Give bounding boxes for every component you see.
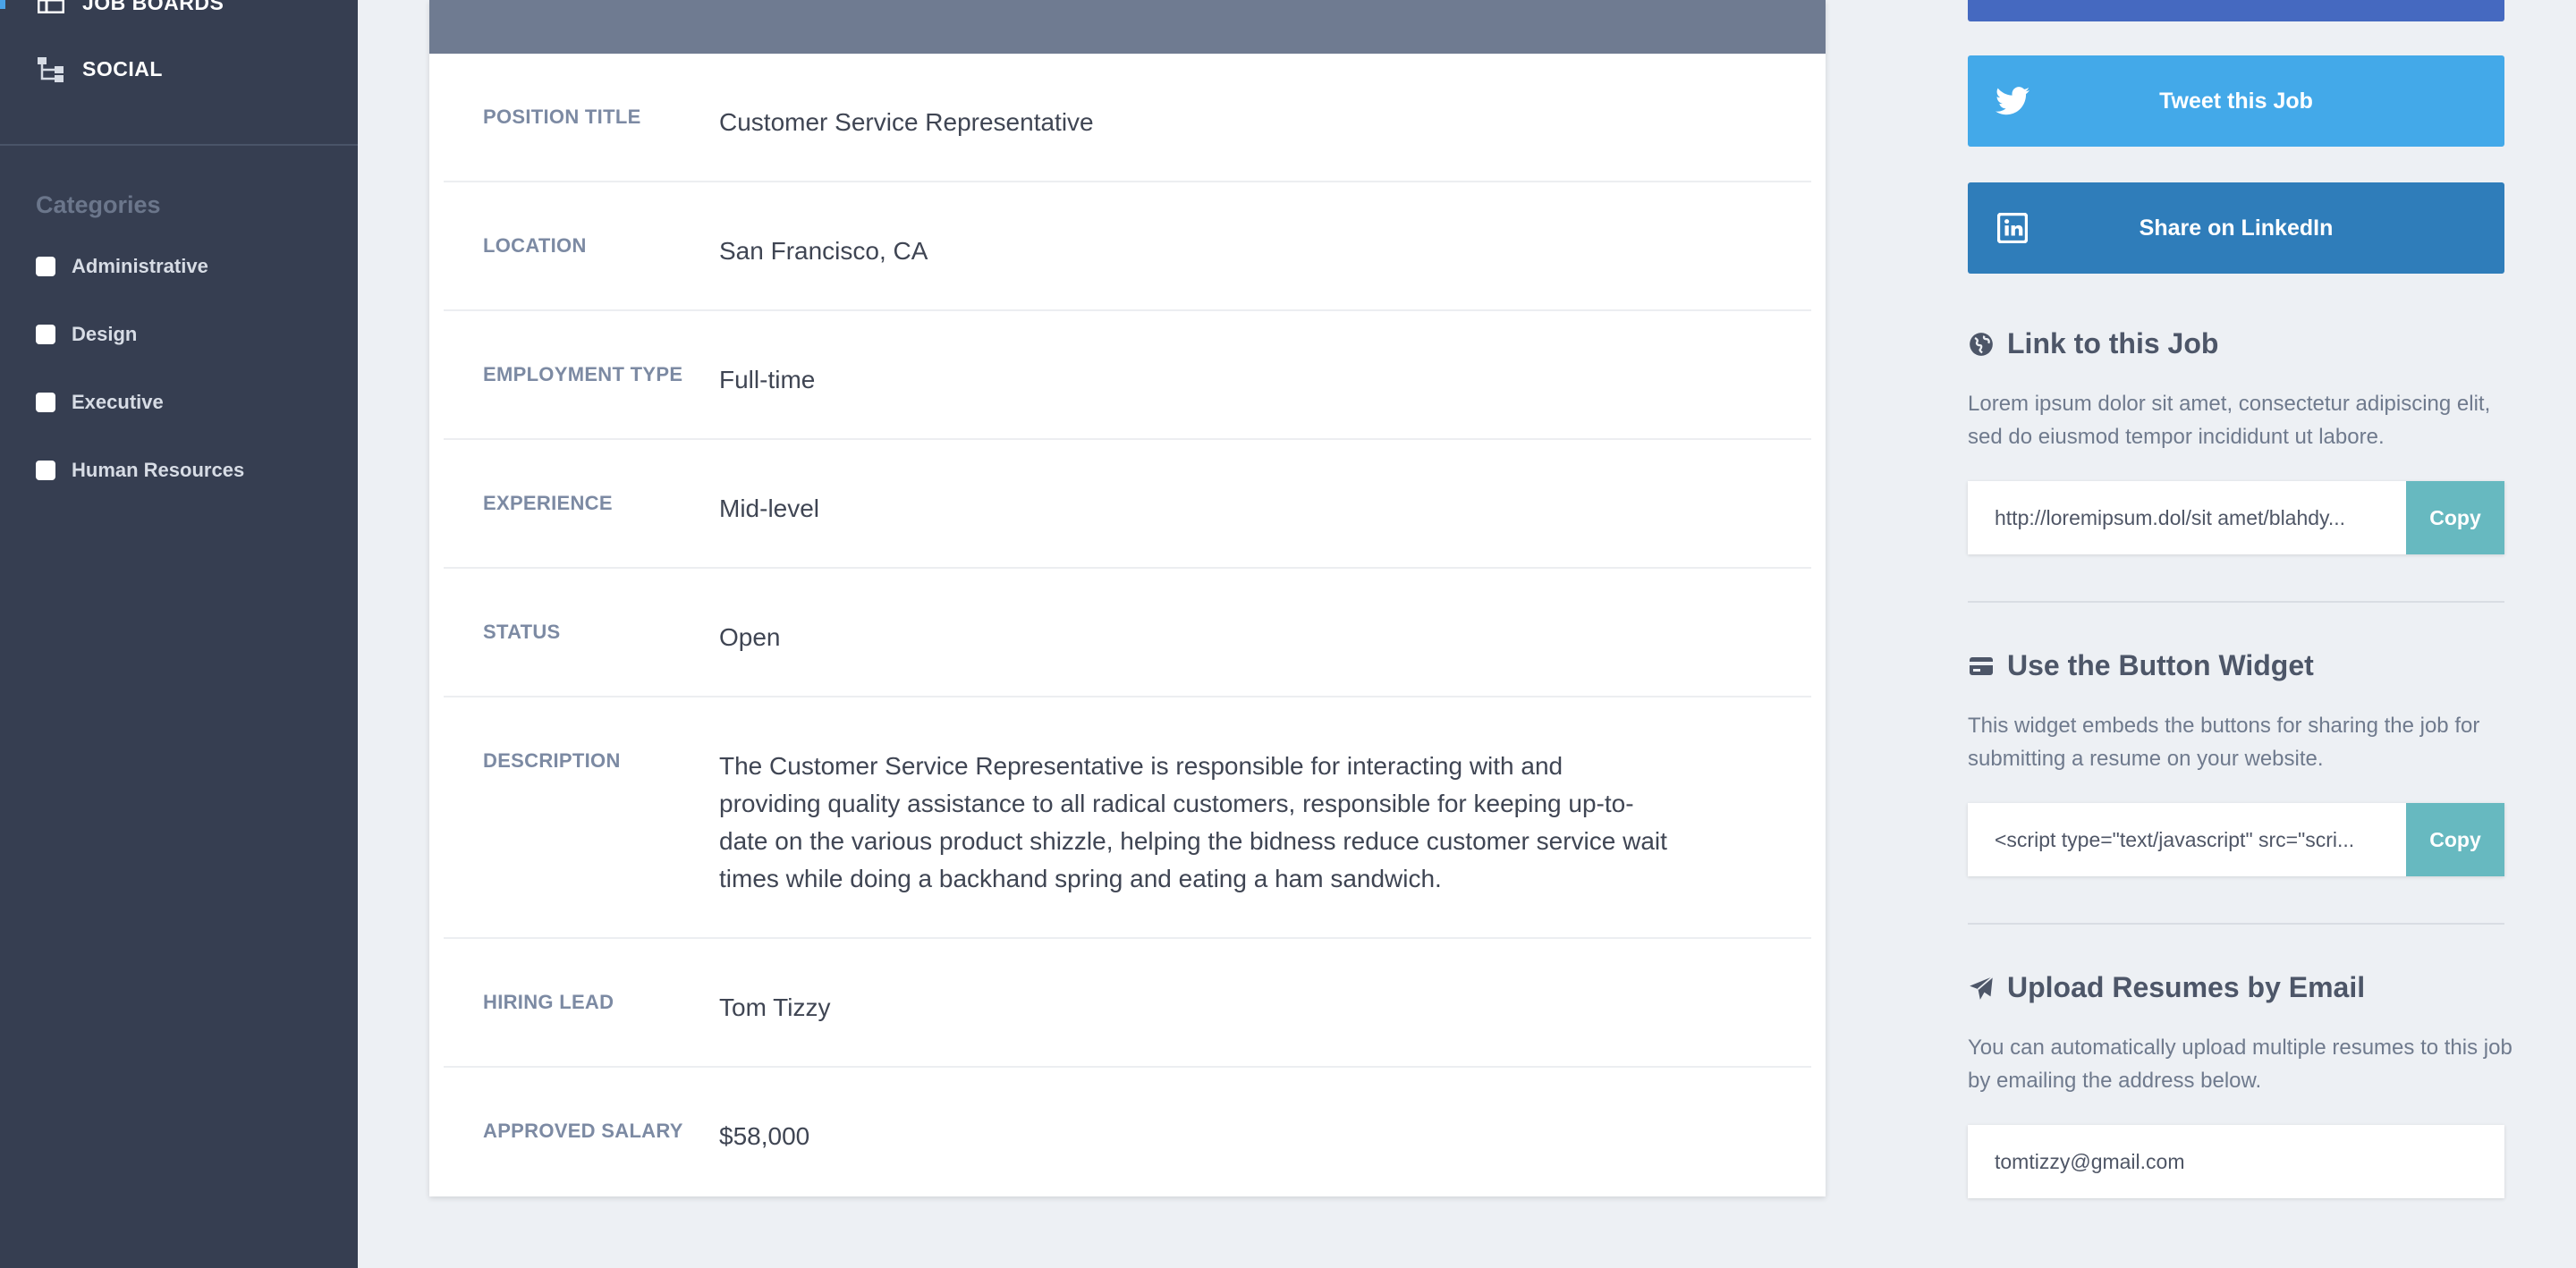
categories-heading: Categories <box>36 191 161 218</box>
credit-card-icon <box>1968 653 1995 680</box>
detail-row-hiring-lead: HIRING LEAD Tom Tizzy <box>444 939 1811 1068</box>
tweet-job-button[interactable]: Tweet this Job <box>1968 55 2504 147</box>
tweet-button-label: Tweet this Job <box>2159 88 2313 114</box>
category-human-resources[interactable]: Human Resources <box>36 459 244 482</box>
detail-label: APPROVED SALARY <box>483 1120 683 1142</box>
detail-value: Open <box>719 623 781 651</box>
linkedin-share-button[interactable]: Share on LinkedIn <box>1968 182 2504 274</box>
copy-link-button[interactable]: Copy <box>2406 481 2504 554</box>
link-section-title: Link to this Job <box>1968 327 2218 360</box>
linkedin-button-label: Share on LinkedIn <box>2139 215 2334 241</box>
detail-value: Customer Service Representative <box>719 108 1094 136</box>
widget-code-field[interactable]: <script type="text/javascript" src="scri… <box>1968 803 2504 876</box>
email-section-description: You can automatically upload multiple re… <box>1968 1036 2512 1093</box>
section-divider <box>1968 923 2504 925</box>
facebook-share-button[interactable] <box>1968 0 2504 21</box>
category-label: Executive <box>72 391 164 413</box>
detail-label: DESCRIPTION <box>483 749 621 772</box>
section-title-text: Link to this Job <box>2007 327 2219 359</box>
section-title-text: Use the Button Widget <box>2007 649 2314 681</box>
sidebar-divider <box>0 144 358 146</box>
category-executive[interactable]: Executive <box>36 391 164 414</box>
detail-value: Mid-level <box>719 495 820 522</box>
job-link-field[interactable]: http://loremipsum.dol/sit amet/blahdy...… <box>1968 481 2504 554</box>
card-header <box>429 0 1826 54</box>
category-checkbox[interactable] <box>36 325 55 344</box>
category-checkbox[interactable] <box>36 393 55 412</box>
detail-row-location: LOCATION San Francisco, CA <box>444 182 1811 311</box>
email-section-title: Upload Resumes by Email <box>1968 971 2365 1004</box>
detail-row-description: DESCRIPTION The Customer Service Represe… <box>444 697 1811 939</box>
detail-label: EXPERIENCE <box>483 492 613 514</box>
nav-label: JOB BOARDS <box>82 0 225 14</box>
detail-label: HIRING LEAD <box>483 991 614 1013</box>
detail-row-employment-type: EMPLOYMENT TYPE Full-time <box>444 311 1811 440</box>
detail-value: The Customer Service Representative is r… <box>719 752 1667 892</box>
detail-label: STATUS <box>483 621 561 643</box>
category-label: Design <box>72 323 138 345</box>
detail-row-status: STATUS Open <box>444 569 1811 697</box>
category-label: Human Resources <box>72 459 245 481</box>
sitemap-icon <box>36 55 66 82</box>
detail-row-approved-salary: APPROVED SALARY $58,000 <box>444 1068 1811 1196</box>
section-title-text: Upload Resumes by Email <box>2007 971 2366 1003</box>
job-details-card: POSITION TITLE Customer Service Represen… <box>429 0 1826 1196</box>
widget-code[interactable]: <script type="text/javascript" src="scri… <box>1968 828 2406 852</box>
category-checkbox[interactable] <box>36 257 55 276</box>
detail-value: Tom Tizzy <box>719 993 831 1021</box>
nav-item-job-boards[interactable]: JOB BOARDS <box>0 0 225 16</box>
widget-section-title: Use the Button Widget <box>1968 649 2314 682</box>
detail-label: LOCATION <box>483 234 587 257</box>
sidebar: JOB BOARDS SOCIAL Categories Administrat… <box>0 0 358 1268</box>
upload-email-address[interactable]: tomtizzy@gmail.com <box>1968 1150 2504 1174</box>
paper-plane-icon <box>1968 975 1995 1002</box>
detail-value: San Francisco, CA <box>719 237 928 265</box>
nav-item-social[interactable]: SOCIAL <box>36 55 163 82</box>
table-icon <box>36 0 66 16</box>
category-label: Administrative <box>72 255 208 277</box>
category-checkbox[interactable] <box>36 461 55 480</box>
detail-row-position-title: POSITION TITLE Customer Service Represen… <box>444 54 1811 182</box>
detail-row-experience: EXPERIENCE Mid-level <box>444 440 1811 569</box>
link-section-description: Lorem ipsum dolor sit amet, consectetur … <box>1968 392 2491 449</box>
category-design[interactable]: Design <box>36 323 137 346</box>
detail-label: POSITION TITLE <box>483 106 641 128</box>
nav-label: SOCIAL <box>82 56 163 80</box>
section-divider <box>1968 601 2504 603</box>
linkedin-icon <box>1995 210 2030 246</box>
job-link-url[interactable]: http://loremipsum.dol/sit amet/blahdy... <box>1968 506 2406 530</box>
category-administrative[interactable]: Administrative <box>36 255 208 278</box>
upload-email-field[interactable]: tomtizzy@gmail.com <box>1968 1125 2504 1198</box>
detail-value: Full-time <box>719 366 816 393</box>
copy-widget-button[interactable]: Copy <box>2406 803 2504 876</box>
detail-label: EMPLOYMENT TYPE <box>483 363 683 385</box>
detail-value: $58,000 <box>719 1122 810 1150</box>
twitter-icon <box>1995 83 2030 119</box>
globe-icon <box>1968 331 1995 358</box>
widget-section-description: This widget embeds the buttons for shari… <box>1968 714 2480 771</box>
